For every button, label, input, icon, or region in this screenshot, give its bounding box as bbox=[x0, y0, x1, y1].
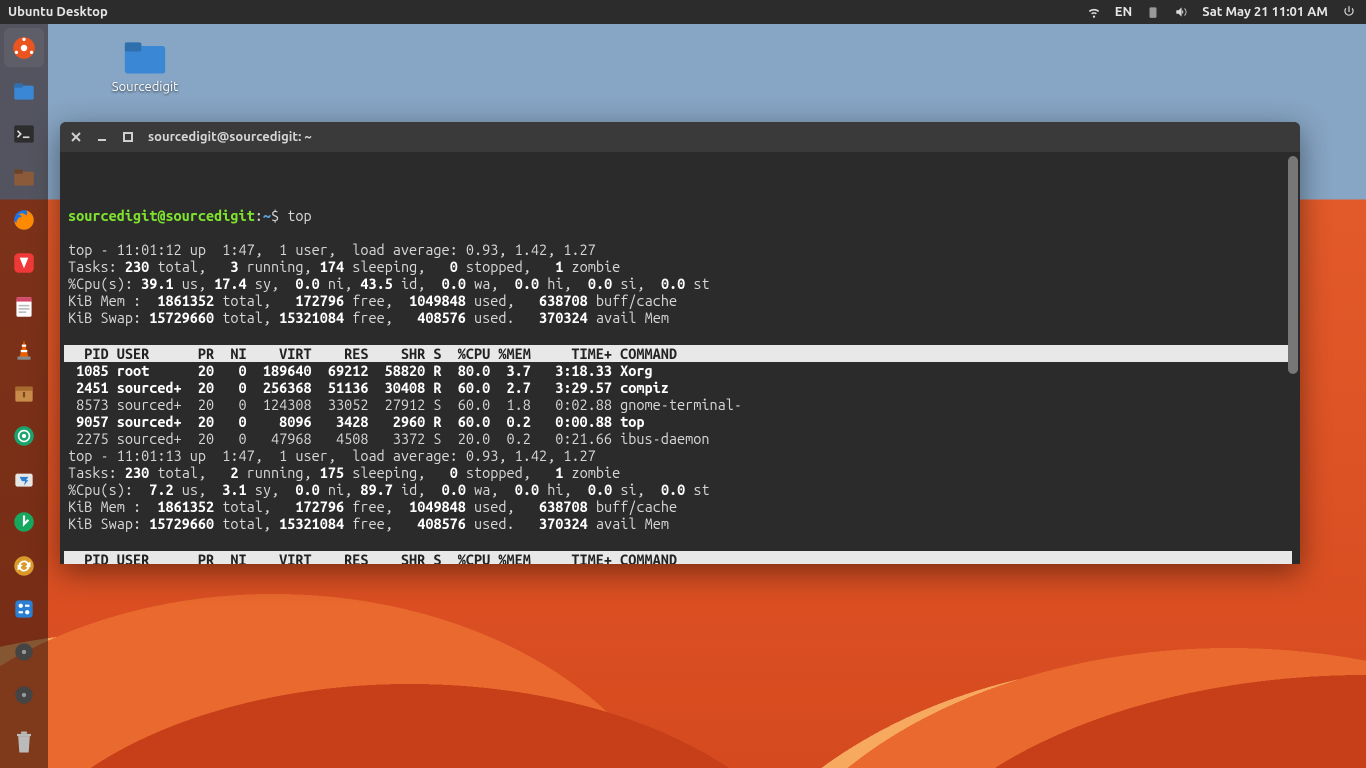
launcher-terminal[interactable] bbox=[4, 114, 44, 153]
folder-icon bbox=[123, 38, 167, 76]
scrollbar-thumb[interactable] bbox=[1288, 156, 1298, 374]
volume-icon[interactable] bbox=[1174, 5, 1188, 19]
panel-title: Ubuntu Desktop bbox=[8, 5, 108, 19]
terminal-window: sourcedigit@sourcedigit: ~ sourcedigit@s… bbox=[60, 122, 1300, 564]
power-icon[interactable] bbox=[1342, 5, 1356, 19]
launcher-disks2[interactable] bbox=[4, 676, 44, 715]
launcher-screenshot[interactable] bbox=[4, 417, 44, 456]
panel-indicators: EN Sat May 21 11:01 AM bbox=[1087, 5, 1356, 19]
close-icon[interactable] bbox=[70, 131, 82, 143]
lang-indicator[interactable]: EN bbox=[1115, 5, 1132, 19]
launcher-text-editor[interactable] bbox=[4, 287, 44, 326]
launcher-settings[interactable] bbox=[4, 589, 44, 628]
launcher-firefox[interactable] bbox=[4, 201, 44, 240]
launcher-sync[interactable] bbox=[4, 546, 44, 585]
minimize-icon[interactable] bbox=[96, 131, 108, 143]
launcher bbox=[0, 24, 48, 768]
window-title: sourcedigit@sourcedigit: ~ bbox=[148, 130, 312, 144]
launcher-vivaldi[interactable] bbox=[4, 244, 44, 283]
desktop-folder-label: Sourcedigit bbox=[100, 80, 190, 94]
launcher-vlc[interactable] bbox=[4, 330, 44, 369]
maximize-icon[interactable] bbox=[122, 131, 134, 143]
terminal-output[interactable]: sourcedigit@sourcedigit:~$ top top - 11:… bbox=[60, 152, 1300, 564]
battery-icon[interactable] bbox=[1146, 5, 1160, 19]
launcher-archive[interactable] bbox=[4, 373, 44, 412]
launcher-disks[interactable] bbox=[4, 632, 44, 671]
launcher-files2[interactable] bbox=[4, 158, 44, 197]
top-panel: Ubuntu Desktop EN Sat May 21 11:01 AM bbox=[0, 0, 1366, 24]
launcher-apps[interactable] bbox=[4, 28, 44, 67]
launcher-software[interactable] bbox=[4, 460, 44, 499]
launcher-files[interactable] bbox=[4, 71, 44, 110]
trash-icon[interactable] bbox=[4, 723, 44, 762]
window-titlebar[interactable]: sourcedigit@sourcedigit: ~ bbox=[60, 122, 1300, 152]
launcher-updater[interactable] bbox=[4, 503, 44, 542]
wifi-icon[interactable] bbox=[1087, 5, 1101, 19]
clock[interactable]: Sat May 21 11:01 AM bbox=[1202, 5, 1328, 19]
desktop-folder[interactable]: Sourcedigit bbox=[100, 38, 190, 94]
